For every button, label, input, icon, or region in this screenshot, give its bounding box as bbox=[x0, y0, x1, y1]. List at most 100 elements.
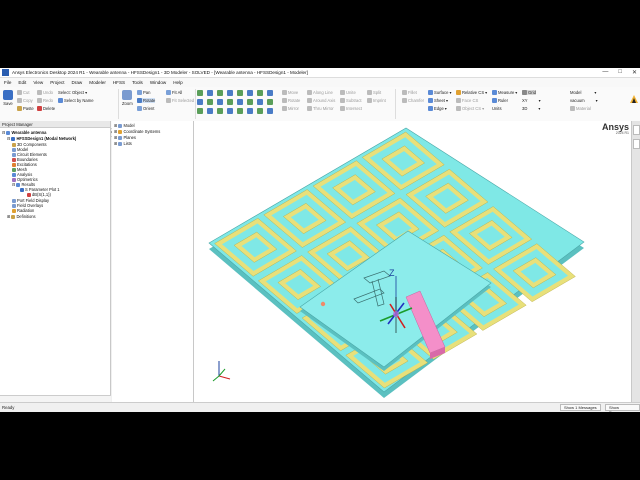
draw-primitive-icon[interactable] bbox=[207, 90, 213, 96]
select-mode-dropdown[interactable]: Select: Object ▾ bbox=[58, 90, 87, 95]
draw-primitive-icon[interactable] bbox=[237, 90, 243, 96]
mirror-button[interactable]: Mirror bbox=[282, 106, 299, 111]
fillet-button[interactable]: Fillet bbox=[402, 90, 417, 95]
model-tree-coordinate-systems[interactable]: ⊞ Coordinate Systems bbox=[114, 129, 160, 134]
draw-primitive-icon[interactable] bbox=[247, 99, 253, 105]
save-button[interactable]: Save bbox=[3, 90, 13, 106]
side-tab-properties[interactable] bbox=[633, 125, 640, 135]
select-by-name-button[interactable]: Select by Name bbox=[58, 98, 94, 103]
undo-button[interactable]: Undo bbox=[37, 90, 53, 95]
rotate-view-button[interactable]: Rotate bbox=[137, 98, 156, 103]
draw-primitive-icon[interactable] bbox=[267, 99, 273, 105]
menu-view[interactable]: View bbox=[33, 80, 43, 85]
split-button[interactable]: Split bbox=[367, 90, 381, 95]
measure-dropdown[interactable]: Measure ▾ bbox=[492, 90, 517, 95]
menu-file[interactable]: File bbox=[4, 80, 11, 85]
along-line-button[interactable]: Along Line bbox=[307, 90, 333, 95]
maximize-button[interactable]: □ bbox=[618, 69, 622, 76]
component-icon bbox=[12, 142, 16, 147]
pan-button[interactable]: Pan bbox=[137, 90, 150, 95]
draw-primitive-icon[interactable] bbox=[257, 99, 263, 105]
unite-button[interactable]: Unite bbox=[340, 90, 356, 95]
edge-dropdown[interactable]: Edge ▾ bbox=[428, 106, 447, 111]
fit-all-button[interactable]: Fit All bbox=[166, 90, 182, 95]
menu-hfss[interactable]: HFSS bbox=[113, 80, 125, 85]
sheet-dropdown[interactable]: Sheet ▾ bbox=[428, 98, 448, 103]
rotate-object-button[interactable]: Rotate bbox=[282, 98, 300, 103]
draw-primitive-icon[interactable] bbox=[237, 108, 243, 114]
model-canvas[interactable]: Z bbox=[194, 121, 631, 402]
tree-item-trace[interactable]: dB(S(1,1)) bbox=[27, 192, 51, 197]
model-tree-planes[interactable]: ⊞ Planes bbox=[114, 135, 136, 140]
redo-button[interactable]: Redo bbox=[37, 98, 53, 103]
draw-primitive-icon[interactable] bbox=[227, 108, 233, 114]
draw-primitive-icon[interactable] bbox=[237, 99, 243, 105]
orient-button[interactable]: Orient bbox=[137, 106, 154, 111]
copy-button[interactable]: Copy bbox=[17, 98, 33, 103]
draw-primitive-icon[interactable] bbox=[257, 90, 263, 96]
menu-help[interactable]: Help bbox=[173, 80, 182, 85]
show-messages-button[interactable]: Show 1 Messages bbox=[560, 404, 601, 411]
draw-shapes-palette[interactable] bbox=[197, 90, 277, 118]
tree-item-project[interactable]: ⊟ Wearable antenna bbox=[2, 130, 46, 135]
draw-primitive-icon[interactable] bbox=[247, 108, 253, 114]
show-progress-button[interactable]: Show Progress bbox=[605, 404, 640, 412]
optimetrics-icon bbox=[12, 177, 16, 182]
draw-primitive-icon[interactable] bbox=[217, 108, 223, 114]
fit-selected-button[interactable]: Fit Selected bbox=[166, 98, 194, 103]
tree-item-design[interactable]: ⊟ HFSSDesign1 (Modal Network) bbox=[7, 136, 76, 141]
paste-button[interactable]: Paste bbox=[17, 106, 34, 111]
draw-primitive-icon[interactable] bbox=[217, 99, 223, 105]
subtract-button[interactable]: Subtract bbox=[340, 98, 362, 103]
face-cs-button[interactable]: Face CS bbox=[456, 98, 478, 103]
menu-window[interactable]: Window bbox=[150, 80, 166, 85]
side-tab-components[interactable] bbox=[633, 139, 640, 149]
menu-tools[interactable]: Tools bbox=[132, 80, 143, 85]
menu-edit[interactable]: Edit bbox=[18, 80, 26, 85]
chamfer-button[interactable]: Chamfer bbox=[402, 98, 424, 103]
draw-primitive-icon[interactable] bbox=[197, 108, 203, 114]
move-button[interactable]: Move bbox=[282, 90, 298, 95]
draw-primitive-icon[interactable] bbox=[267, 90, 273, 96]
close-button[interactable]: ✕ bbox=[632, 69, 637, 76]
draw-primitive-icon[interactable] bbox=[257, 108, 263, 114]
menu-project[interactable]: Project bbox=[50, 80, 64, 85]
draw-primitive-icon[interactable] bbox=[207, 99, 213, 105]
dimension-dropdown[interactable]: 3D ▾ bbox=[522, 106, 540, 111]
zoom-button[interactable]: Zoom bbox=[122, 90, 133, 106]
model-dropdown[interactable]: Model ▾ bbox=[570, 90, 597, 95]
draw-primitive-icon[interactable] bbox=[207, 108, 213, 114]
relative-cs-dropdown[interactable]: Relative CS ▾ bbox=[456, 90, 487, 95]
tree-item-definitions[interactable]: ⊞ Definitions bbox=[7, 214, 36, 219]
cut-button[interactable]: Cut bbox=[17, 90, 30, 95]
menu-modeler[interactable]: Modeler bbox=[89, 80, 106, 85]
model-tree-model[interactable]: ⊞ Model bbox=[114, 123, 135, 128]
draw-primitive-icon[interactable] bbox=[217, 90, 223, 96]
delete-button[interactable]: Delete bbox=[37, 106, 55, 111]
menu-draw[interactable]: Draw bbox=[72, 80, 83, 85]
object-cs-button[interactable]: Object CS ▾ bbox=[456, 106, 484, 111]
around-axis-button[interactable]: Around Axis bbox=[307, 98, 335, 103]
draw-primitive-icon[interactable] bbox=[197, 99, 203, 105]
tree-item-radiation[interactable]: Radiation bbox=[12, 208, 34, 213]
units-button[interactable]: Units bbox=[492, 106, 502, 111]
draw-primitive-icon[interactable] bbox=[247, 90, 253, 96]
plane-dropdown[interactable]: XY ▾ bbox=[522, 98, 541, 103]
material-button[interactable]: Material bbox=[570, 106, 591, 111]
intersect-button[interactable]: Intersect bbox=[340, 106, 362, 111]
status-bar: Ready Show 1 Messages Show Progress bbox=[0, 402, 640, 412]
surface-dropdown[interactable]: Surface ▾ bbox=[428, 90, 452, 95]
draw-primitive-icon[interactable] bbox=[227, 99, 233, 105]
model-tree-lists[interactable]: ⊞ Lists bbox=[114, 141, 132, 146]
grid-icon bbox=[522, 90, 527, 95]
material-dropdown[interactable]: vacuum ▾ bbox=[570, 98, 598, 103]
thru-mirror-button[interactable]: Thru Mirror bbox=[307, 106, 334, 111]
3d-modeler-viewport[interactable]: Z Ansys 2024 R1 bbox=[194, 121, 631, 402]
imprint-button[interactable]: Imprint bbox=[367, 98, 386, 103]
minimize-button[interactable]: — bbox=[602, 69, 608, 76]
grid-toggle[interactable]: Grid bbox=[522, 90, 536, 95]
draw-primitive-icon[interactable] bbox=[267, 108, 273, 114]
draw-primitive-icon[interactable] bbox=[227, 90, 233, 96]
ruler-button[interactable]: Ruler bbox=[492, 98, 508, 103]
draw-primitive-icon[interactable] bbox=[197, 90, 203, 96]
